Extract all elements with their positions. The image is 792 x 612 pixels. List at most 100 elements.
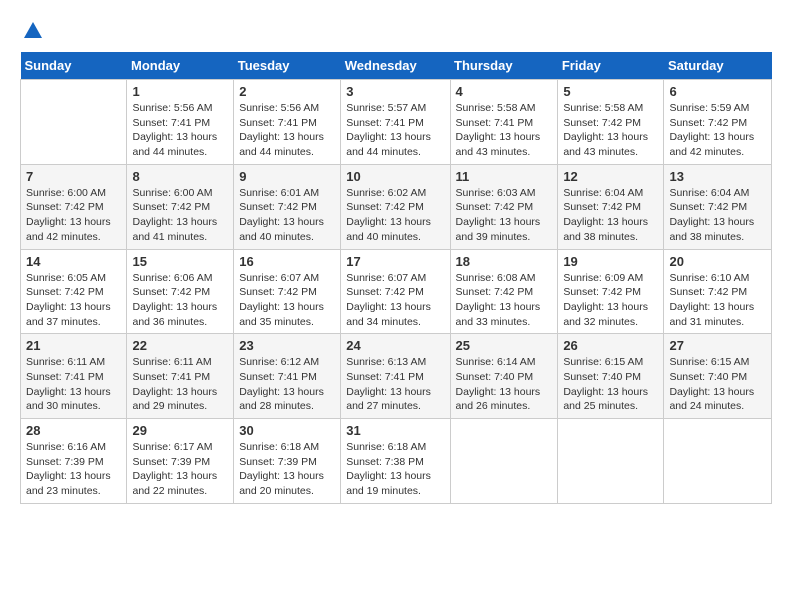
day-number: 6 (669, 84, 766, 99)
day-detail: Sunrise: 6:15 AMSunset: 7:40 PMDaylight:… (669, 355, 766, 414)
day-number: 12 (563, 169, 658, 184)
day-number: 11 (456, 169, 553, 184)
day-detail: Sunrise: 6:13 AMSunset: 7:41 PMDaylight:… (346, 355, 444, 414)
calendar-cell: 21Sunrise: 6:11 AMSunset: 7:41 PMDayligh… (21, 334, 127, 419)
calendar-cell: 22Sunrise: 6:11 AMSunset: 7:41 PMDayligh… (127, 334, 234, 419)
calendar-cell: 31 Sunrise: 6:18 AMSunset: 7:38 PMDayligh… (341, 419, 450, 504)
day-detail: Sunrise: 6:11 AMSunset: 7:41 PMDaylight:… (132, 355, 228, 414)
calendar-cell: 28 Sunrise: 6:16 AMSunset: 7:39 PMDayligh… (21, 419, 127, 504)
day-detail: Sunrise: 6:07 AMSunset: 7:42 PMDaylight:… (239, 271, 335, 330)
day-number: 17 (346, 254, 444, 269)
weekday-header-row: SundayMondayTuesdayWednesdayThursdayFrid… (21, 52, 772, 80)
calendar-cell: 29Sunrise: 6:17 AMSunset: 7:39 PMDayligh… (127, 419, 234, 504)
weekday-header-wednesday: Wednesday (341, 52, 450, 80)
calendar-week-row: 7 Sunrise: 6:00 AMSunset: 7:42 PMDaylight… (21, 164, 772, 249)
calendar-cell: 26 Sunrise: 6:15 AMSunset: 7:40 PMDayligh… (558, 334, 664, 419)
day-detail: Sunrise: 6:04 AMSunset: 7:42 PMDaylight:… (563, 186, 658, 245)
calendar-cell: 23 Sunrise: 6:12 AMSunset: 7:41 PMDayligh… (234, 334, 341, 419)
day-number: 30 (239, 423, 335, 438)
day-detail: Sunrise: 6:01 AMSunset: 7:42 PMDaylight:… (239, 186, 335, 245)
calendar-cell: 9 Sunrise: 6:01 AMSunset: 7:42 PMDaylight… (234, 164, 341, 249)
calendar-cell: 17 Sunrise: 6:07 AMSunset: 7:42 PMDayligh… (341, 249, 450, 334)
day-number: 19 (563, 254, 658, 269)
calendar-cell: 19 Sunrise: 6:09 AMSunset: 7:42 PMDayligh… (558, 249, 664, 334)
day-number: 26 (563, 338, 658, 353)
calendar-cell: 25 Sunrise: 6:14 AMSunset: 7:40 PMDayligh… (450, 334, 558, 419)
calendar-cell (21, 80, 127, 165)
weekday-header-monday: Monday (127, 52, 234, 80)
day-detail: Sunrise: 6:03 AMSunset: 7:42 PMDaylight:… (456, 186, 553, 245)
day-detail: Sunrise: 6:00 AMSunset: 7:42 PMDaylight:… (26, 186, 121, 245)
day-detail: Sunrise: 6:11 AMSunset: 7:41 PMDaylight:… (26, 355, 121, 414)
weekday-header-friday: Friday (558, 52, 664, 80)
day-number: 23 (239, 338, 335, 353)
calendar-cell: 30 Sunrise: 6:18 AMSunset: 7:39 PMDayligh… (234, 419, 341, 504)
day-detail: Sunrise: 6:09 AMSunset: 7:42 PMDaylight:… (563, 271, 658, 330)
day-detail: Sunrise: 6:06 AMSunset: 7:42 PMDaylight:… (132, 271, 228, 330)
day-number: 16 (239, 254, 335, 269)
weekday-header-tuesday: Tuesday (234, 52, 341, 80)
day-number: 14 (26, 254, 121, 269)
day-detail: Sunrise: 6:00 AMSunset: 7:42 PMDaylight:… (132, 186, 228, 245)
day-detail: Sunrise: 5:58 AMSunset: 7:42 PMDaylight:… (563, 101, 658, 160)
day-detail: Sunrise: 6:10 AMSunset: 7:42 PMDaylight:… (669, 271, 766, 330)
calendar-cell: 6 Sunrise: 5:59 AMSunset: 7:42 PMDaylight… (664, 80, 772, 165)
calendar-cell: 13 Sunrise: 6:04 AMSunset: 7:42 PMDayligh… (664, 164, 772, 249)
day-number: 2 (239, 84, 335, 99)
day-detail: Sunrise: 5:59 AMSunset: 7:42 PMDaylight:… (669, 101, 766, 160)
calendar-cell: 15Sunrise: 6:06 AMSunset: 7:42 PMDayligh… (127, 249, 234, 334)
calendar-cell: 14 Sunrise: 6:05 AMSunset: 7:42 PMDayligh… (21, 249, 127, 334)
calendar-cell: 2 Sunrise: 5:56 AMSunset: 7:41 PMDaylight… (234, 80, 341, 165)
day-detail: Sunrise: 5:57 AMSunset: 7:41 PMDaylight:… (346, 101, 444, 160)
calendar-cell: 18 Sunrise: 6:08 AMSunset: 7:42 PMDayligh… (450, 249, 558, 334)
day-number: 3 (346, 84, 444, 99)
calendar-cell: 3 Sunrise: 5:57 AMSunset: 7:41 PMDaylight… (341, 80, 450, 165)
calendar-cell: 24 Sunrise: 6:13 AMSunset: 7:41 PMDayligh… (341, 334, 450, 419)
day-number: 7 (26, 169, 121, 184)
day-detail: Sunrise: 5:58 AMSunset: 7:41 PMDaylight:… (456, 101, 553, 160)
calendar-cell: 10Sunrise: 6:02 AMSunset: 7:42 PMDayligh… (341, 164, 450, 249)
day-number: 28 (26, 423, 121, 438)
day-detail: Sunrise: 5:56 AMSunset: 7:41 PMDaylight:… (239, 101, 335, 160)
calendar-week-row: 21Sunrise: 6:11 AMSunset: 7:41 PMDayligh… (21, 334, 772, 419)
weekday-header-sunday: Sunday (21, 52, 127, 80)
weekday-header-thursday: Thursday (450, 52, 558, 80)
day-detail: Sunrise: 6:15 AMSunset: 7:40 PMDaylight:… (563, 355, 658, 414)
day-detail: Sunrise: 6:17 AMSunset: 7:39 PMDaylight:… (132, 440, 228, 499)
calendar-cell: 12 Sunrise: 6:04 AMSunset: 7:42 PMDayligh… (558, 164, 664, 249)
calendar-table: SundayMondayTuesdayWednesdayThursdayFrid… (20, 52, 772, 504)
calendar-cell: 11 Sunrise: 6:03 AMSunset: 7:42 PMDayligh… (450, 164, 558, 249)
day-detail: Sunrise: 6:16 AMSunset: 7:39 PMDaylight:… (26, 440, 121, 499)
day-number: 9 (239, 169, 335, 184)
day-detail: Sunrise: 5:56 AMSunset: 7:41 PMDaylight:… (132, 101, 228, 160)
day-detail: Sunrise: 6:05 AMSunset: 7:42 PMDaylight:… (26, 271, 121, 330)
logo-bird-icon (22, 20, 44, 42)
calendar-cell (450, 419, 558, 504)
calendar-cell: 1Sunrise: 5:56 AMSunset: 7:41 PMDaylight… (127, 80, 234, 165)
day-number: 24 (346, 338, 444, 353)
day-detail: Sunrise: 6:08 AMSunset: 7:42 PMDaylight:… (456, 271, 553, 330)
day-number: 5 (563, 84, 658, 99)
calendar-cell: 4Sunrise: 5:58 AMSunset: 7:41 PMDaylight… (450, 80, 558, 165)
day-detail: Sunrise: 6:18 AMSunset: 7:39 PMDaylight:… (239, 440, 335, 499)
day-detail: Sunrise: 6:18 AMSunset: 7:38 PMDaylight:… (346, 440, 444, 499)
day-number: 31 (346, 423, 444, 438)
day-detail: Sunrise: 6:14 AMSunset: 7:40 PMDaylight:… (456, 355, 553, 414)
day-number: 18 (456, 254, 553, 269)
page-header (20, 20, 772, 42)
day-number: 13 (669, 169, 766, 184)
day-number: 25 (456, 338, 553, 353)
calendar-cell: 7 Sunrise: 6:00 AMSunset: 7:42 PMDaylight… (21, 164, 127, 249)
calendar-cell (664, 419, 772, 504)
day-number: 8 (132, 169, 228, 184)
day-number: 20 (669, 254, 766, 269)
day-detail: Sunrise: 6:07 AMSunset: 7:42 PMDaylight:… (346, 271, 444, 330)
calendar-cell: 5 Sunrise: 5:58 AMSunset: 7:42 PMDaylight… (558, 80, 664, 165)
day-detail: Sunrise: 6:02 AMSunset: 7:42 PMDaylight:… (346, 186, 444, 245)
day-detail: Sunrise: 6:04 AMSunset: 7:42 PMDaylight:… (669, 186, 766, 245)
day-detail: Sunrise: 6:12 AMSunset: 7:41 PMDaylight:… (239, 355, 335, 414)
calendar-cell: 20 Sunrise: 6:10 AMSunset: 7:42 PMDayligh… (664, 249, 772, 334)
logo (20, 20, 44, 42)
calendar-week-row: 14 Sunrise: 6:05 AMSunset: 7:42 PMDayligh… (21, 249, 772, 334)
calendar-cell: 8 Sunrise: 6:00 AMSunset: 7:42 PMDaylight… (127, 164, 234, 249)
